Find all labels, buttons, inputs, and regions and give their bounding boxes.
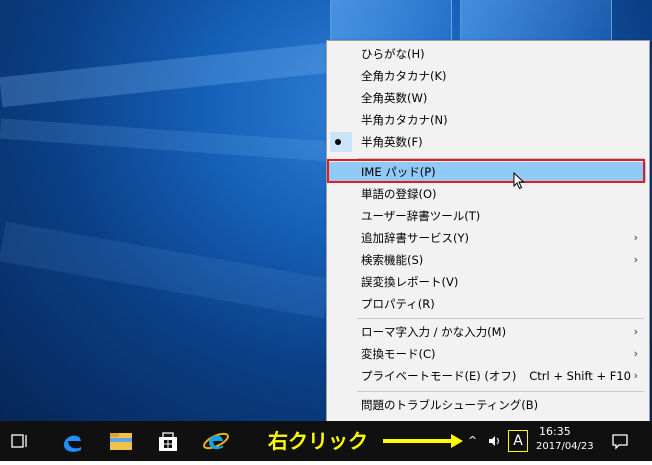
- right-click-annotation: 右クリック: [268, 429, 368, 453]
- menu-item-label: 全角英数(W): [361, 91, 428, 105]
- menu-item-conversion-mode[interactable]: 変換モード(C) ›: [328, 344, 646, 364]
- menu-item-label: 半角英数(F): [361, 135, 423, 149]
- menu-item-label: 誤変換レポート(V): [361, 275, 459, 289]
- annotation-arrow-line: [383, 439, 451, 443]
- menu-item-hiragana[interactable]: ひらがな(H): [328, 44, 646, 64]
- submenu-arrow-icon: ›: [633, 369, 638, 382]
- menu-item-search-function[interactable]: 検索機能(S) ›: [328, 250, 646, 270]
- annotation-arrow-head-icon: [451, 434, 463, 448]
- menu-item-label: ひらがな(H): [361, 47, 425, 61]
- file-explorer-button[interactable]: [100, 421, 140, 461]
- store-button[interactable]: [148, 421, 188, 461]
- menu-item-label: プロパティ(R): [361, 297, 435, 311]
- volume-icon[interactable]: [488, 435, 502, 447]
- action-center-icon[interactable]: [611, 432, 629, 450]
- file-explorer-icon: [110, 433, 132, 450]
- menu-item-label: 変換モード(C): [361, 347, 436, 361]
- edge-icon: [64, 435, 81, 452]
- menu-item-properties[interactable]: プロパティ(R): [328, 294, 646, 314]
- menu-separator: [357, 391, 644, 392]
- selected-bullet-icon: [335, 139, 341, 145]
- menu-item-label: 検索機能(S): [361, 253, 424, 267]
- shortcut-label: Ctrl + Shift + F10: [529, 369, 631, 383]
- menu-item-label: 半角カタカナ(N): [361, 113, 448, 127]
- menu-item-word-register[interactable]: 単語の登録(O): [328, 184, 646, 204]
- menu-item-label: ローマ字入力 / かな入力(M): [361, 325, 507, 339]
- menu-item-label: 単語の登録(O): [361, 187, 437, 201]
- menu-item-user-dictionary-tool[interactable]: ユーザー辞書ツール(T): [328, 206, 646, 226]
- show-hidden-icons-chevron[interactable]: ^: [468, 434, 477, 447]
- ime-context-menu: ひらがな(H) 全角カタカナ(K) 全角英数(W) 半角カタカナ(N) 半角英数…: [326, 40, 650, 423]
- highlight-annotation-box: [327, 159, 645, 183]
- ime-mode-indicator[interactable]: A: [508, 430, 528, 452]
- submenu-arrow-icon: ›: [633, 325, 638, 338]
- submenu-arrow-icon: ›: [633, 253, 638, 266]
- menu-item-zenkaku-katakana[interactable]: 全角カタカナ(K): [328, 66, 646, 86]
- ie-icon: [203, 432, 229, 450]
- mouse-cursor-icon: [513, 172, 525, 190]
- menu-item-label: 全角カタカナ(K): [361, 69, 447, 83]
- submenu-arrow-icon: ›: [633, 347, 638, 360]
- ie-button[interactable]: [196, 421, 236, 461]
- menu-item-additional-dictionary[interactable]: 追加辞書サービス(Y) ›: [328, 228, 646, 248]
- task-view-button[interactable]: [0, 421, 40, 461]
- menu-item-label: ユーザー辞書ツール(T): [361, 209, 481, 223]
- submenu-arrow-icon: ›: [633, 231, 638, 244]
- menu-item-label: プライベートモード(E) (オフ): [361, 369, 517, 383]
- wallpaper-light-beam: [0, 118, 331, 162]
- wallpaper-light-beam: [0, 42, 331, 108]
- menu-item-romaji-kana-input[interactable]: ローマ字入力 / かな入力(M) ›: [328, 322, 646, 342]
- menu-separator: [357, 318, 644, 319]
- edge-button[interactable]: [52, 421, 92, 461]
- clock-time[interactable]: 16:35: [539, 425, 571, 438]
- store-icon: [159, 432, 177, 451]
- menu-item-private-mode[interactable]: プライベートモード(E) (オフ) Ctrl + Shift + F10 ›: [328, 366, 646, 386]
- menu-item-label: 問題のトラブルシューティング(B): [361, 398, 539, 412]
- clock-date[interactable]: 2017/04/23: [536, 441, 594, 452]
- menu-item-hankaku-katakana[interactable]: 半角カタカナ(N): [328, 110, 646, 130]
- wallpaper-light-beam: [0, 221, 331, 319]
- menu-item-zenkaku-eisu[interactable]: 全角英数(W): [328, 88, 646, 108]
- menu-item-troubleshooting[interactable]: 問題のトラブルシューティング(B): [328, 395, 646, 415]
- menu-item-hankaku-eisu[interactable]: 半角英数(F): [328, 132, 646, 152]
- task-view-icon: [11, 434, 27, 448]
- menu-item-label: 追加辞書サービス(Y): [361, 231, 469, 245]
- menu-item-conversion-report[interactable]: 誤変換レポート(V): [328, 272, 646, 292]
